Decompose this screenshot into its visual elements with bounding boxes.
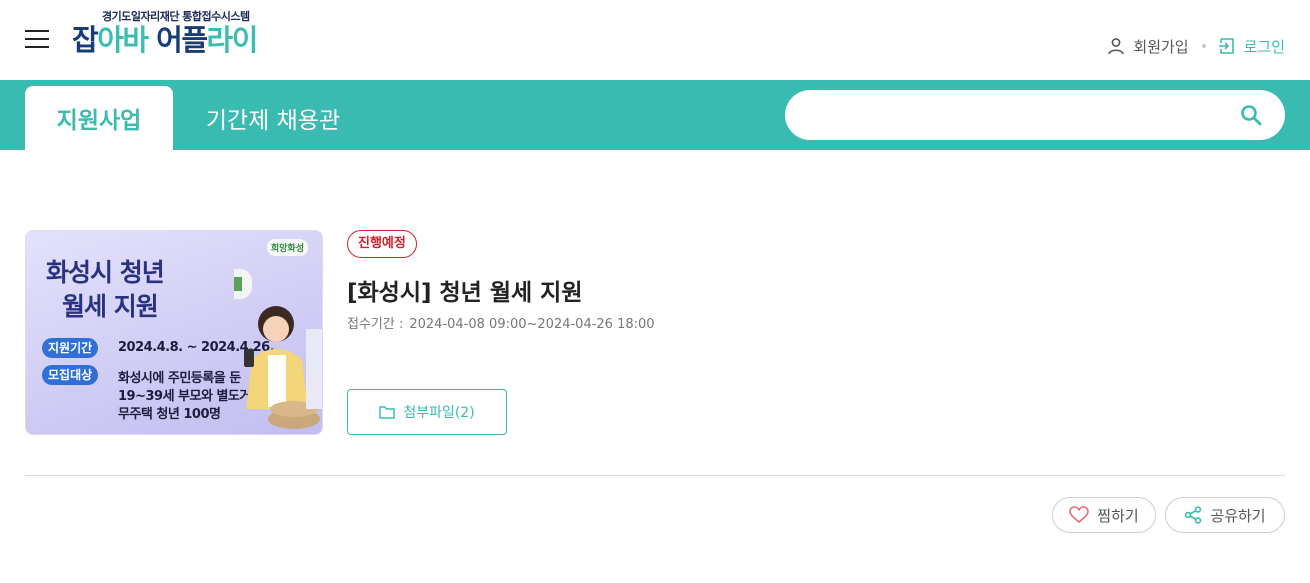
tab-support-programs[interactable]: 지원사업 bbox=[25, 86, 173, 150]
folder-icon bbox=[379, 406, 396, 419]
tab-temporary-jobs[interactable]: 기간제 채용관 bbox=[198, 86, 348, 150]
main-nav: 지원사업 기간제 채용관 bbox=[0, 80, 1310, 150]
site-logo[interactable]: 경기도일자리재단 통합접수시스템 잡아바 어플라이 bbox=[72, 6, 292, 62]
search-box bbox=[785, 90, 1285, 140]
share-icon bbox=[1185, 506, 1202, 524]
person-illustration bbox=[234, 269, 322, 429]
login-link[interactable]: 로그인 bbox=[1218, 36, 1285, 57]
program-thumbnail[interactable]: 희망화성 화성시 청년 월세 지원 지원기간 2024.4.8. ~ 2024.… bbox=[25, 230, 323, 435]
thumbnail-target-line1: 화성시에 주민등록을 둔 bbox=[118, 371, 241, 386]
like-label: 찜하기 bbox=[1097, 506, 1139, 525]
brand-badge: 희망화성 bbox=[266, 239, 308, 256]
attachment-label: 첨부파일(2) bbox=[403, 405, 475, 421]
menu-icon[interactable] bbox=[25, 30, 49, 48]
share-label: 공유하기 bbox=[1210, 506, 1266, 525]
attachment-button[interactable]: 첨부파일(2) bbox=[347, 389, 507, 435]
user-icon bbox=[1108, 38, 1125, 55]
status-badge: 진행예정 bbox=[347, 230, 417, 258]
signup-label: 회원가입 bbox=[1133, 37, 1189, 56]
top-links: 회원가입 로그인 bbox=[1107, 35, 1285, 57]
login-label: 로그인 bbox=[1243, 37, 1285, 56]
like-button[interactable]: 찜하기 bbox=[1052, 497, 1156, 533]
thumbnail-title-line2: 월세 지원 bbox=[62, 292, 159, 321]
divider bbox=[25, 475, 1285, 476]
pill-target: 모집대상 bbox=[42, 365, 99, 385]
program-title[interactable]: [화성시] 청년 월세 지원 bbox=[347, 273, 583, 307]
search-input[interactable] bbox=[807, 100, 1227, 130]
login-icon bbox=[1218, 38, 1234, 54]
site-header: 경기도일자리재단 통합접수시스템 잡아바 어플라이 회원가입 로그인 bbox=[0, 0, 1310, 80]
period-value: 2024-04-08 09:00~2024-04-26 18:00 bbox=[409, 317, 655, 332]
period-label: 접수기간 : bbox=[347, 317, 404, 332]
thumbnail-target-line3: 무주택 청년 100명 bbox=[118, 407, 221, 422]
heart-icon bbox=[1069, 506, 1090, 524]
share-button[interactable]: 공유하기 bbox=[1165, 497, 1285, 533]
logo-wordmark: 잡아바 어플라이 bbox=[72, 23, 258, 57]
pill-period: 지원기간 bbox=[42, 338, 99, 358]
thumbnail-title-line1: 화성시 청년 bbox=[46, 258, 165, 287]
separator-dot bbox=[1201, 44, 1206, 48]
signup-link[interactable]: 회원가입 bbox=[1107, 36, 1189, 57]
search-icon[interactable] bbox=[1239, 103, 1263, 127]
application-period: 접수기간 : 2024-04-08 09:00~2024-04-26 18:00 bbox=[347, 313, 655, 332]
